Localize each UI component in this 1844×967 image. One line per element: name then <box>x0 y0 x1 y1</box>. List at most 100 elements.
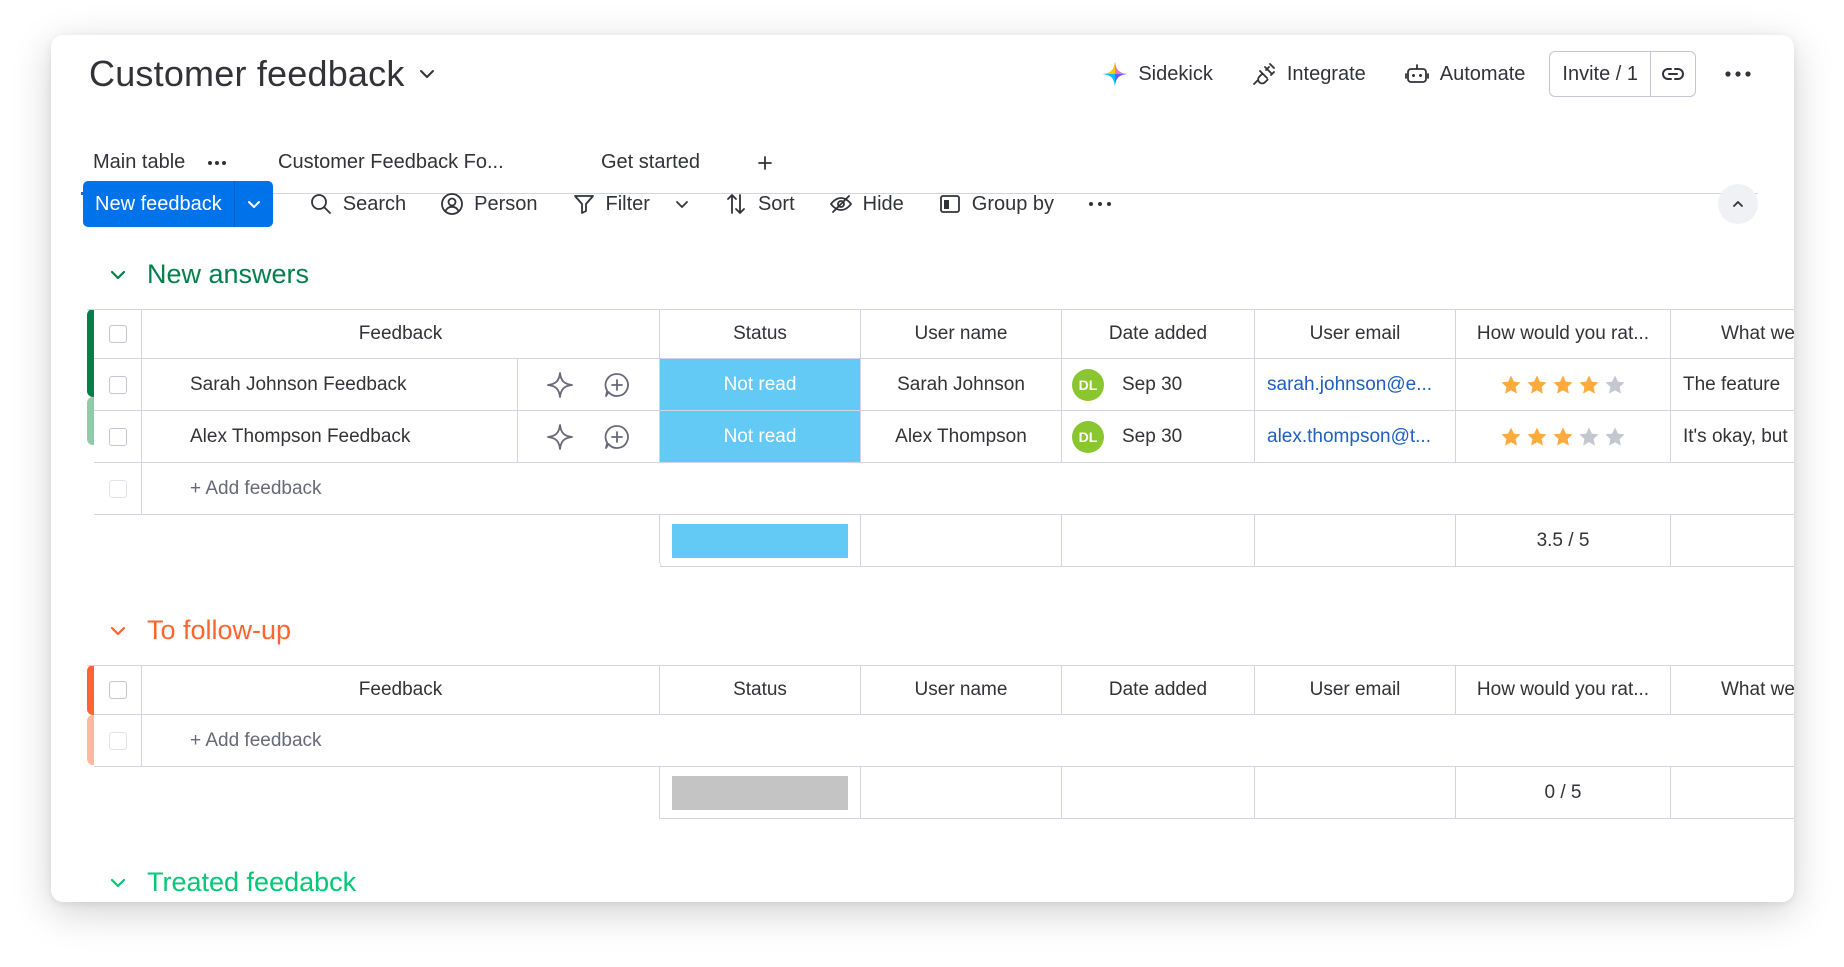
collapse-header-button[interactable] <box>1718 184 1758 224</box>
sidekick-button[interactable]: Sidekick <box>1102 61 1213 87</box>
robot-icon <box>1404 64 1429 83</box>
column-header-what[interactable]: What we <box>1671 666 1794 715</box>
group-title-treated-feedback[interactable]: Treated feedabck <box>107 867 356 898</box>
select-all-checkbox[interactable] <box>108 681 127 699</box>
column-header-date-added[interactable]: Date added <box>1062 666 1255 715</box>
rating-cell[interactable] <box>1456 359 1671 411</box>
automate-button[interactable]: Automate <box>1404 61 1526 87</box>
chevron-down-icon[interactable] <box>107 264 129 286</box>
star-filled-icon[interactable] <box>1525 373 1549 397</box>
chevron-down-icon[interactable] <box>107 872 129 894</box>
sparkle-icon[interactable] <box>546 371 574 399</box>
star-filled-icon[interactable] <box>1551 373 1575 397</box>
column-header-feedback[interactable]: Feedback <box>142 310 660 359</box>
add-update-icon[interactable] <box>603 371 631 399</box>
item-name[interactable]: Sarah Johnson Feedback <box>142 359 518 411</box>
integrate-button[interactable]: Integrate <box>1251 61 1366 87</box>
row-checkbox[interactable] <box>108 375 127 394</box>
summary-empty-cell <box>1671 515 1794 567</box>
summary-empty-cell <box>1671 767 1794 819</box>
chevron-down-icon[interactable] <box>674 196 690 212</box>
person-filter-button[interactable]: Person <box>440 192 538 216</box>
star-filled-icon[interactable] <box>1499 373 1523 397</box>
column-header-feedback[interactable]: Feedback <box>142 666 660 715</box>
group-title-to-follow-up[interactable]: To follow-up <box>107 615 291 646</box>
chevron-down-icon[interactable] <box>107 620 129 642</box>
filter-button[interactable]: Filter <box>572 192 690 216</box>
board-header: Customer feedback <box>89 53 437 95</box>
email-link[interactable]: sarah.johnson@e... <box>1267 374 1432 396</box>
email-link[interactable]: alex.thompson@t... <box>1267 426 1431 448</box>
column-header-user-email[interactable]: User email <box>1255 666 1456 715</box>
star-filled-icon[interactable] <box>1499 425 1523 449</box>
sparkle-icon[interactable] <box>546 423 574 451</box>
email-cell[interactable]: alex.thompson@t... <box>1255 411 1456 463</box>
column-header-user-email[interactable]: User email <box>1255 310 1456 359</box>
group-title-new-answers[interactable]: New answers <box>107 259 309 290</box>
star-filled-icon[interactable] <box>1577 373 1601 397</box>
tab-label: Main table <box>93 151 186 173</box>
board-window: Customer feedback Sidekick Integrate Aut… <box>51 35 1794 902</box>
star-filled-icon[interactable] <box>1551 425 1575 449</box>
status-cell[interactable]: Not read <box>660 359 861 411</box>
new-item-dropdown-button[interactable] <box>235 181 273 227</box>
what-cell[interactable]: It's okay, but <box>1671 411 1794 463</box>
add-view-icon[interactable] <box>757 155 773 171</box>
board-title[interactable]: Customer feedback <box>89 53 405 95</box>
status-summary-bar <box>672 523 848 558</box>
star-empty-icon[interactable] <box>1603 373 1627 397</box>
add-feedback-input[interactable]: + Add feedback <box>142 715 1794 767</box>
column-header-date-added[interactable]: Date added <box>1062 310 1255 359</box>
star-filled-icon[interactable] <box>1525 425 1549 449</box>
hide-button[interactable]: Hide <box>829 192 904 216</box>
date-cell[interactable]: DL Sep 30 <box>1062 411 1255 463</box>
column-header-rating[interactable]: How would you rat... <box>1456 310 1671 359</box>
column-header-what[interactable]: What we <box>1671 310 1794 359</box>
add-item-row[interactable]: + Add feedback <box>87 715 1794 767</box>
column-header-user-name[interactable]: User name <box>861 666 1062 715</box>
sort-button[interactable]: Sort <box>724 192 795 216</box>
add-row-checkbox <box>108 731 127 750</box>
search-button[interactable]: Search <box>309 192 406 216</box>
copy-link-button[interactable] <box>1651 52 1695 96</box>
group-by-button[interactable]: Group by <box>938 192 1054 216</box>
tab-get-started[interactable]: Get started <box>601 151 700 174</box>
invite-button[interactable]: Invite / 1 <box>1550 52 1651 96</box>
tab-main-table[interactable]: Main table <box>93 151 227 174</box>
select-all-cell <box>94 310 142 359</box>
invite-group: Invite / 1 <box>1549 51 1696 97</box>
automate-label: Automate <box>1439 62 1526 85</box>
row-checkbox[interactable] <box>108 427 127 446</box>
star-empty-icon[interactable] <box>1603 425 1627 449</box>
add-item-row[interactable]: + Add feedback <box>87 463 1794 515</box>
email-cell[interactable]: sarah.johnson@e... <box>1255 359 1456 411</box>
column-header-rating[interactable]: How would you rat... <box>1456 666 1671 715</box>
column-header-status[interactable]: Status <box>660 666 861 715</box>
board-menu-button[interactable] <box>1720 70 1756 78</box>
column-header-user-name[interactable]: User name <box>861 310 1062 359</box>
item-name[interactable]: Alex Thompson Feedback <box>142 411 518 463</box>
group-by-icon <box>939 195 960 213</box>
date-cell[interactable]: DL Sep 30 <box>1062 359 1255 411</box>
table-row[interactable]: Sarah Johnson Feedback Not read Sarah Jo… <box>87 359 1794 411</box>
select-all-checkbox[interactable] <box>108 325 127 343</box>
chevron-up-icon <box>1733 201 1743 207</box>
star-empty-icon[interactable] <box>1577 425 1601 449</box>
toolbar-more-button[interactable] <box>1088 201 1112 207</box>
user-name-cell[interactable]: Alex Thompson <box>861 411 1062 463</box>
new-feedback-button[interactable]: New feedback <box>83 181 235 227</box>
tab-customer-feedback-form[interactable]: Customer Feedback Fo... <box>278 151 504 174</box>
chevron-down-icon[interactable] <box>417 64 437 84</box>
summary-empty-cell <box>1062 767 1255 819</box>
add-feedback-input[interactable]: + Add feedback <box>142 463 1794 515</box>
status-summary-cell[interactable] <box>660 767 861 819</box>
user-name-cell[interactable]: Sarah Johnson <box>861 359 1062 411</box>
column-header-status[interactable]: Status <box>660 310 861 359</box>
what-cell[interactable]: The feature <box>1671 359 1794 411</box>
table-row[interactable]: Alex Thompson Feedback Not read Alex Tho… <box>87 411 1794 463</box>
add-update-icon[interactable] <box>603 423 631 451</box>
status-cell[interactable]: Not read <box>660 411 861 463</box>
rating-cell[interactable] <box>1456 411 1671 463</box>
status-summary-cell[interactable] <box>660 515 861 567</box>
more-icon[interactable] <box>207 160 227 166</box>
